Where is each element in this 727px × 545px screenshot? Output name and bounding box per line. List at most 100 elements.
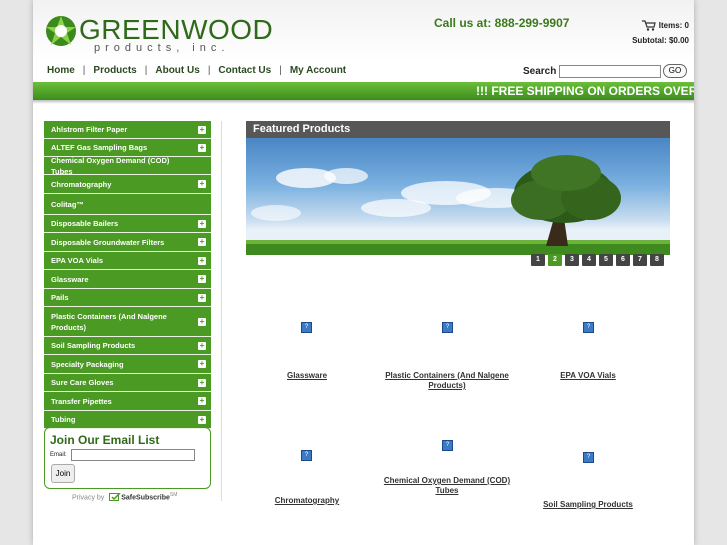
- expand-plus-icon[interactable]: +: [198, 317, 206, 326]
- plastic-image-icon[interactable]: ?: [442, 322, 453, 333]
- sidebar-category[interactable]: Plastic Containers (And Nalgene Products…: [44, 307, 211, 337]
- soil-image-icon[interactable]: ?: [583, 452, 594, 463]
- sidebar-category-label: Chromatography: [51, 179, 112, 189]
- expand-plus-icon[interactable]: +: [198, 378, 206, 387]
- expand-plus-icon[interactable]: +: [198, 360, 206, 368]
- expand-plus-icon[interactable]: +: [198, 341, 206, 350]
- featured-products: Featured Products: [246, 121, 670, 255]
- sidebar-category-label: Disposable Bailers: [51, 219, 119, 228]
- expand-plus-icon[interactable]: +: [198, 415, 206, 424]
- sidebar-category-label: Specialty Packaging: [51, 359, 124, 369]
- email-field[interactable]: [71, 449, 195, 461]
- sidebar-category-label: Disposable Groundwater Filters: [51, 237, 165, 247]
- search-area: Search: [523, 65, 662, 78]
- slide-page-button[interactable]: 5: [599, 254, 613, 266]
- header: GREENWOOD products, inc. Call us at: 888…: [33, 0, 694, 60]
- slide-page-button[interactable]: 6: [616, 254, 630, 266]
- safesubscribe-check-icon: [109, 492, 121, 502]
- product-link-chromatography[interactable]: Chromatography: [242, 496, 372, 506]
- sidebar-category-label: Colitag™: [51, 199, 84, 209]
- email-title: Join Our Email List: [50, 433, 160, 447]
- slide-page-button[interactable]: 8: [650, 254, 664, 266]
- product-link-glassware[interactable]: Glassware: [242, 371, 372, 381]
- slide-page-button[interactable]: 3: [565, 254, 579, 266]
- sidebar-category-label: Tubing: [51, 415, 76, 424]
- product-link-cod-tubes[interactable]: Chemical Oxygen Demand (COD) Tubes: [382, 476, 512, 496]
- sidebar-category-label: Pails: [51, 293, 69, 302]
- safesubscribe-brand[interactable]: SafeSubscribe: [121, 494, 170, 501]
- search-label: Search: [523, 66, 557, 78]
- sidebar-category-label: Sure Care Gloves: [51, 378, 114, 387]
- join-button[interactable]: Join: [51, 464, 75, 483]
- expand-plus-icon[interactable]: +: [198, 256, 206, 265]
- sidebar-category[interactable]: Colitag™: [44, 194, 211, 215]
- email-label: Email:: [50, 452, 67, 458]
- banner-shadow: [33, 100, 694, 104]
- product-link-epa-voa-vials[interactable]: EPA VOA Vials: [523, 371, 653, 381]
- nav-my-account[interactable]: My Account: [290, 65, 346, 76]
- expand-plus-icon[interactable]: +: [198, 275, 206, 283]
- slide-page-button[interactable]: 4: [582, 254, 596, 266]
- privacy-by[interactable]: Privacy by: [72, 494, 104, 501]
- banner-text: !!! FREE SHIPPING ON ORDERS OVER $10: [476, 84, 694, 98]
- free-shipping-banner: !!! FREE SHIPPING ON ORDERS OVER $10: [33, 82, 694, 100]
- sidebar-category-label: Chemical Oxygen Demand (COD) Tubes: [51, 155, 170, 176]
- glassware-image-icon[interactable]: ?: [301, 322, 312, 333]
- sidebar-category[interactable]: Ahlstrom Filter Paper +: [44, 121, 211, 139]
- main-nav: Home | Products | About Us | Contact Us | My Acc…: [47, 65, 347, 76]
- sidebar-category[interactable]: Pails +: [44, 289, 211, 307]
- featured-title: Featured Products: [246, 121, 670, 138]
- epa-image-icon[interactable]: ?: [583, 322, 594, 333]
- sidebar-category-label: Plastic Containers (And Nalgene Products…: [51, 311, 167, 332]
- sidebar-category-label: Transfer Pipettes: [51, 396, 112, 406]
- sidebar-category[interactable]: Glassware +: [44, 270, 211, 289]
- sidebar-category[interactable]: Disposable Groundwater Filters +: [44, 233, 211, 252]
- cart-items: Items: 0: [658, 21, 689, 30]
- nav-home[interactable]: Home: [47, 65, 75, 76]
- product-link-plastic-containers[interactable]: Plastic Containers (And Nalgene Products…: [382, 371, 512, 391]
- sidebar-category-label: Soil Sampling Products: [51, 341, 136, 350]
- sidebar-category[interactable]: Chromatography +: [44, 175, 211, 194]
- sidebar-category[interactable]: EPA VOA Vials +: [44, 252, 211, 270]
- product-link-soil-sampling[interactable]: Soil Sampling Products: [523, 500, 653, 510]
- slide-page-button[interactable]: 1: [531, 254, 545, 266]
- nav-about-us[interactable]: About Us: [155, 65, 199, 76]
- slide-page-button[interactable]: 2: [548, 254, 562, 266]
- sidebar-category-label: EPA VOA Vials: [51, 256, 104, 265]
- sidebar-category[interactable]: Disposable Bailers +: [44, 215, 211, 233]
- logo[interactable]: GREENWOOD products, inc.: [44, 12, 273, 54]
- logo-sub-text: products, inc.: [94, 42, 230, 54]
- email-signup-box: Join Our Email List Email: Join: [44, 427, 211, 489]
- expand-plus-icon[interactable]: +: [198, 397, 206, 405]
- logo-leaf-icon: [46, 16, 76, 46]
- expand-plus-icon[interactable]: +: [198, 238, 206, 246]
- category-sidebar: Ahlstrom Filter Paper + ALTEF Gas Sampling…: [44, 121, 211, 429]
- sidebar-category[interactable]: Sure Care Gloves +: [44, 374, 211, 392]
- expand-plus-icon[interactable]: +: [198, 293, 206, 302]
- sidebar-category[interactable]: Chemical Oxygen Demand (COD) Tubes: [44, 155, 211, 176]
- sidebar-category[interactable]: Transfer Pipettes +: [44, 392, 211, 411]
- expand-plus-icon[interactable]: +: [198, 125, 206, 134]
- privacy-line: Privacy by SafeSubscribeSM: [72, 492, 178, 502]
- go-button[interactable]: GO: [663, 64, 687, 78]
- call-us-text: Call us at: 888-299-9907: [434, 16, 570, 30]
- logo-main-text: GREENWOOD: [79, 14, 274, 45]
- sidebar-category[interactable]: Soil Sampling Products +: [44, 337, 211, 355]
- cod-image-icon[interactable]: ?: [442, 440, 453, 451]
- featured-slide-image[interactable]: [246, 138, 670, 255]
- sidebar-category-label: Ahlstrom Filter Paper: [51, 125, 128, 134]
- search-input[interactable]: [559, 65, 662, 78]
- chromatography-image-icon[interactable]: ?: [301, 450, 312, 461]
- page: GREENWOOD products, inc. Call us at: 888…: [33, 0, 694, 545]
- expand-plus-icon[interactable]: +: [198, 180, 206, 188]
- expand-plus-icon[interactable]: +: [198, 219, 206, 228]
- safesubscribe-sup: SM: [169, 492, 178, 498]
- expand-plus-icon[interactable]: +: [198, 143, 206, 152]
- slide-page-button[interactable]: 7: [633, 254, 647, 266]
- column-divider: [221, 121, 222, 501]
- tree-landscape-image: [246, 155, 670, 255]
- nav-products[interactable]: Products: [93, 65, 136, 76]
- sidebar-category[interactable]: Specialty Packaging +: [44, 355, 211, 374]
- nav-contact-us[interactable]: Contact Us: [218, 65, 271, 76]
- cart-summary[interactable]: Items: 0 Subtotal: $0.00: [632, 18, 689, 48]
